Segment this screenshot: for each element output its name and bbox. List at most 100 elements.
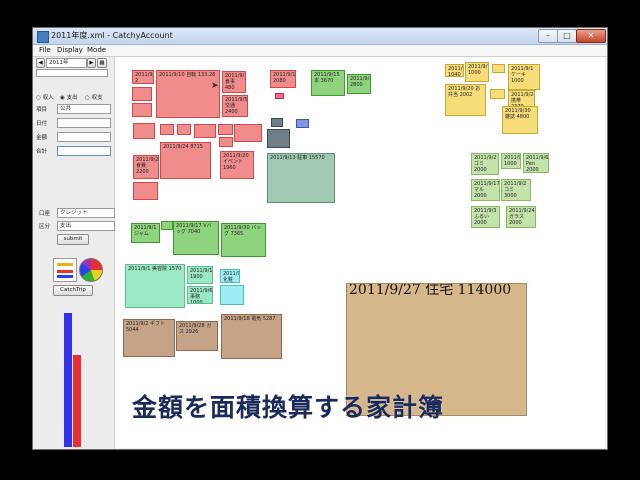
- expense-block[interactable]: 2011/9/30 雑誌 4800: [502, 106, 538, 134]
- block-label: 2011/9/11 2080: [273, 72, 296, 84]
- expense-block[interactable]: 2011/9/11 2080: [270, 70, 296, 88]
- expense-block[interactable]: 2011/9/5 交通 2400: [222, 95, 248, 117]
- expense-block[interactable]: [219, 137, 233, 147]
- expense-block[interactable]: 2011/9/2 ゴミ 2000: [471, 153, 499, 175]
- expense-block[interactable]: [490, 89, 505, 99]
- radio-balance[interactable]: ○ 収支: [85, 93, 103, 101]
- expense-block[interactable]: [160, 124, 174, 135]
- expense-block[interactable]: 2011/9/2 ギフト 5044: [123, 319, 175, 357]
- menu-file[interactable]: File: [39, 45, 51, 56]
- expense-block[interactable]: 2011/9/17 マル 2000: [471, 179, 500, 201]
- close-button[interactable]: ✕: [576, 29, 606, 43]
- expense-block[interactable]: 2011/9/18 電気 5287: [221, 314, 282, 359]
- video-frame: 2011年度.xml - CatchyAccount – □ ✕ File Di…: [0, 0, 640, 480]
- expense-block[interactable]: 2011/9/20 イベント 1960: [220, 151, 254, 179]
- block-label: 2011/9/24 ガラス 2000: [509, 208, 535, 226]
- block-label: 2011/9/6 Pen 2000: [526, 155, 549, 173]
- prev-year-button[interactable]: ◀: [36, 58, 45, 68]
- label-date: 日付: [36, 121, 48, 127]
- expense-block[interactable]: [132, 87, 152, 101]
- menu-display[interactable]: Display: [57, 45, 83, 56]
- expense-block[interactable]: 2011/9/4 1000: [501, 153, 521, 169]
- expense-block[interactable]: [132, 103, 152, 117]
- year-field[interactable]: 2011年: [46, 58, 87, 68]
- label-type: 区分: [39, 224, 51, 230]
- block-label: 2011/9/2 食費 2200: [136, 157, 159, 175]
- expense-block[interactable]: [161, 221, 173, 230]
- block-label: 2011/9/20 イベント 1960: [223, 153, 249, 171]
- expense-block[interactable]: [234, 124, 262, 142]
- next-year-button[interactable]: ▶: [87, 58, 96, 68]
- block-label: 2011/9/3 化粧 2000: [223, 271, 239, 283]
- expense-block[interactable]: 2011/9/1 美容院 1570: [125, 264, 185, 308]
- app-window: 2011年度.xml - CatchyAccount – □ ✕ File Di…: [32, 27, 608, 450]
- expense-block[interactable]: 2011/9/11 1900: [187, 266, 213, 284]
- expense-block[interactable]: [275, 93, 284, 99]
- expense-block[interactable]: [218, 124, 233, 135]
- menu-mode[interactable]: Mode: [87, 45, 106, 56]
- expense-block[interactable]: 2011/9/2 食費 2200: [133, 155, 159, 179]
- expense-block[interactable]: 2011/9/11 食事 480: [222, 71, 246, 93]
- expense-block[interactable]: 2011/9/17 Vバッグ 7040: [173, 221, 219, 255]
- expense-block[interactable]: 2011/9/20 お弁当 2002: [445, 84, 486, 116]
- sidebar: ◀ 2011年 ▶ ▦ ○ 収入 ◉ 支出 ○ 収支 項目 公共 日付 金額 合…: [33, 57, 115, 449]
- submit-button[interactable]: submit: [57, 234, 89, 245]
- block-label: 2011/9/1 美容院 1570: [128, 266, 182, 272]
- expense-block[interactable]: 2011/9/10 自転 133.28: [156, 70, 220, 118]
- block-label: 2011/9/2 ギフト 5044: [126, 321, 166, 333]
- radio-expense[interactable]: ◉ 支出: [60, 93, 78, 101]
- expense-block[interactable]: [492, 64, 505, 73]
- expense-block[interactable]: 2011/9/7 1000: [465, 62, 489, 82]
- block-label: 2011/9/10 自転 133.28: [159, 72, 216, 78]
- video-caption: 金額を面積換算する家計簿: [132, 393, 445, 422]
- expense-block[interactable]: [133, 182, 158, 200]
- expense-block[interactable]: 2011/9/24 8715: [160, 142, 211, 179]
- expense-block[interactable]: [220, 285, 244, 305]
- category-combo[interactable]: 公共: [57, 104, 111, 114]
- expense-block[interactable]: 2011/9/28 ガス 2926: [176, 321, 218, 351]
- mouse-cursor-icon: ➤: [211, 81, 219, 91]
- expense-block[interactable]: [177, 124, 191, 135]
- expense-block[interactable]: 2011/9/24 ガラス 2000: [506, 206, 536, 228]
- expense-block[interactable]: 2011/9/30 バッグ 7365: [221, 223, 266, 257]
- expense-block[interactable]: 2011/9/15 本 3670: [311, 70, 345, 96]
- maximize-button[interactable]: □: [557, 29, 577, 43]
- expense-block[interactable]: 2011/9/6 事務 1000: [187, 286, 213, 304]
- expense-block[interactable]: 2011/9/4 1040: [445, 64, 464, 77]
- expense-block[interactable]: 2011/9/3 化粧 2000: [220, 269, 240, 283]
- pie-chart-mode-icon[interactable]: [79, 258, 103, 282]
- app-icon: [37, 31, 49, 43]
- year-scrollbar[interactable]: [36, 69, 108, 77]
- amount-field[interactable]: [57, 132, 111, 142]
- minimize-button[interactable]: –: [538, 29, 558, 43]
- expense-block[interactable]: 2011/9/26 2: [132, 70, 154, 84]
- expense-block[interactable]: 2011/9/13 駐車 15570: [267, 153, 335, 203]
- calendar-icon[interactable]: ▦: [97, 58, 107, 68]
- block-label: 2011/9/1 ケーキ 1000: [511, 66, 534, 84]
- expense-block[interactable]: 2011/9/3 ふるい 2000: [471, 206, 500, 228]
- block-label: 2011/9/17 マル 2000: [474, 181, 500, 199]
- expense-block[interactable]: [194, 124, 216, 138]
- date-field[interactable]: [57, 118, 111, 128]
- block-label: 2011/9/24 8715: [163, 144, 203, 150]
- expense-block[interactable]: [296, 119, 309, 128]
- block-label: 2011/9/2 ゴミ 2000: [474, 155, 497, 173]
- radio-income[interactable]: ○ 収入: [36, 93, 54, 101]
- bar-chart-mode-icon[interactable]: [53, 258, 77, 282]
- income-bar: [64, 313, 72, 447]
- expense-block[interactable]: 2011/9/1 ジャム: [131, 223, 160, 243]
- expense-block[interactable]: 2011/9/2 コミ 3000: [501, 179, 531, 201]
- expense-block[interactable]: [271, 118, 283, 127]
- expense-block[interactable]: 2011/9/6 Pen 2000: [523, 153, 549, 173]
- type-select[interactable]: 支出: [57, 221, 115, 231]
- account-select[interactable]: クレジット: [57, 208, 115, 218]
- expense-block[interactable]: 2011/9/18 2800: [347, 74, 371, 94]
- title-bar[interactable]: 2011年度.xml - CatchyAccount – □ ✕: [33, 28, 607, 45]
- expense-block[interactable]: [267, 129, 290, 148]
- block-label: 2011/9/11 1900: [190, 268, 213, 280]
- block-label: 2011/9/5 交通 2400: [225, 97, 248, 115]
- total-field[interactable]: [57, 146, 111, 156]
- expense-block[interactable]: [133, 123, 155, 139]
- catchtrip-button[interactable]: CatchTrip: [53, 285, 93, 296]
- expense-block[interactable]: 2011/9/1 ケーキ 1000: [508, 64, 540, 90]
